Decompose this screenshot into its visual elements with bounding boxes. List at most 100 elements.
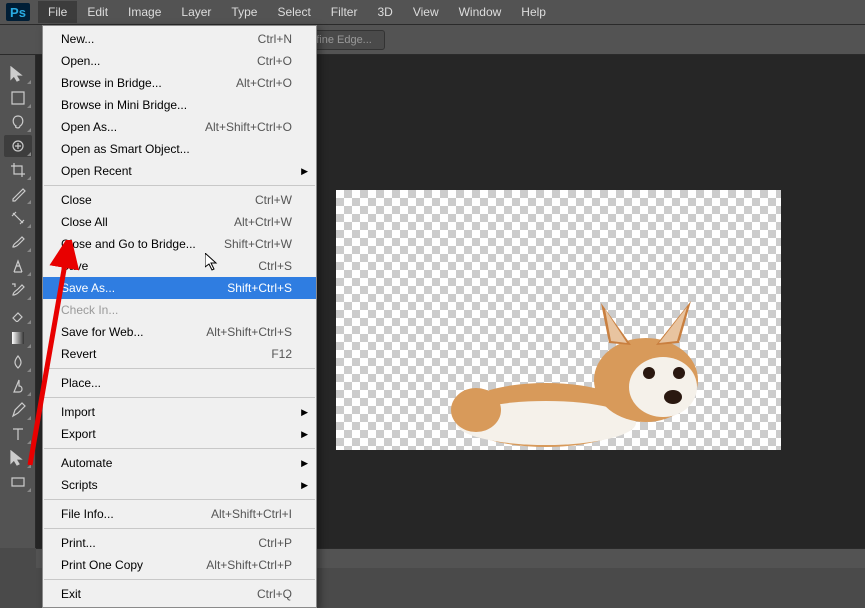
menuitem-shortcut: Alt+Shift+Ctrl+S — [206, 324, 292, 340]
menuitem-shortcut: Ctrl+S — [258, 258, 292, 274]
menuitem-shortcut: Alt+Ctrl+O — [236, 75, 292, 91]
menuitem-file-info[interactable]: File Info...Alt+Shift+Ctrl+I — [43, 503, 316, 525]
submenu-arrow-icon: ▶ — [301, 455, 308, 471]
menu-filter[interactable]: Filter — [321, 1, 368, 23]
menuitem-label: Scripts — [61, 477, 98, 493]
menu-window[interactable]: Window — [449, 1, 512, 23]
menu-separator — [44, 579, 315, 580]
app-logo: Ps — [6, 3, 30, 21]
tool-blur[interactable] — [4, 351, 32, 373]
menuitem-browse-in-bridge[interactable]: Browse in Bridge... Alt+Ctrl+O — [43, 72, 316, 94]
menu-edit[interactable]: Edit — [77, 1, 118, 23]
tool-eraser[interactable] — [4, 303, 32, 325]
tool-move[interactable] — [4, 63, 32, 85]
menu-layer[interactable]: Layer — [171, 1, 221, 23]
menuitem-new[interactable]: New... Ctrl+N — [43, 28, 316, 50]
menuitem-open-as[interactable]: Open As...Alt+Shift+Ctrl+O — [43, 116, 316, 138]
menuitem-shortcut: Ctrl+Q — [257, 586, 292, 602]
tool-crop[interactable] — [4, 159, 32, 181]
menuitem-label: Revert — [61, 346, 96, 362]
menubar: Ps FileEditImageLayerTypeSelectFilter3DV… — [0, 0, 865, 25]
tool-quick-selection[interactable] — [4, 135, 32, 157]
menuitem-shortcut: Ctrl+P — [258, 535, 292, 551]
menu-image[interactable]: Image — [118, 1, 171, 23]
menuitem-shortcut: Ctrl+N — [258, 31, 292, 47]
menuitem-save-as[interactable]: Save As... Shift+Ctrl+S — [43, 277, 316, 299]
menuitem-shortcut: Shift+Ctrl+S — [227, 280, 292, 296]
tool-pen[interactable] — [4, 399, 32, 421]
menu-help[interactable]: Help — [511, 1, 556, 23]
menuitem-label: Print One Copy — [61, 557, 143, 573]
tool-history-brush[interactable] — [4, 279, 32, 301]
menuitem-save[interactable]: Save Ctrl+S — [43, 255, 316, 277]
tool-eyedropper[interactable] — [4, 183, 32, 205]
tool-dodge[interactable] — [4, 375, 32, 397]
menuitem-label: Automate — [61, 455, 112, 471]
menuitem-save-for-web[interactable]: Save for Web... Alt+Shift+Ctrl+S — [43, 321, 316, 343]
tool-rect-marquee[interactable] — [4, 87, 32, 109]
menu-3d[interactable]: 3D — [367, 1, 402, 23]
menuitem-label: Import — [61, 404, 95, 420]
menuitem-close[interactable]: CloseCtrl+W — [43, 189, 316, 211]
menuitem-export[interactable]: Export▶ — [43, 423, 316, 445]
menuitem-print[interactable]: Print... Ctrl+P — [43, 532, 316, 554]
tool-brush[interactable] — [4, 231, 32, 253]
menu-separator — [44, 448, 315, 449]
menuitem-label: New... — [61, 31, 94, 47]
menuitem-label: Exit — [61, 586, 81, 602]
menuitem-shortcut: Ctrl+W — [255, 192, 292, 208]
menuitem-open[interactable]: Open...Ctrl+O — [43, 50, 316, 72]
menuitem-open-recent[interactable]: Open Recent▶ — [43, 160, 316, 182]
menuitem-shortcut: Alt+Shift+Ctrl+O — [205, 119, 292, 135]
menuitem-shortcut: Shift+Ctrl+W — [224, 236, 292, 252]
menuitem-import[interactable]: Import ▶ — [43, 401, 316, 423]
menuitem-exit[interactable]: Exit Ctrl+Q — [43, 583, 316, 605]
menuitem-check-in: Check In... — [43, 299, 316, 321]
menu-select[interactable]: Select — [267, 1, 320, 23]
menuitem-close-all[interactable]: Close All Alt+Ctrl+W — [43, 211, 316, 233]
menuitem-label: Open... — [61, 53, 100, 69]
file-menu-dropdown: New...Ctrl+NOpen...Ctrl+OBrowse in Bridg… — [42, 25, 317, 608]
submenu-arrow-icon: ▶ — [301, 477, 308, 493]
menuitem-place[interactable]: Place... — [43, 372, 316, 394]
document-canvas[interactable] — [336, 190, 781, 450]
menuitem-open-as-smart-object[interactable]: Open as Smart Object... — [43, 138, 316, 160]
menuitem-label: Open Recent — [61, 163, 132, 179]
tool-rectangle[interactable] — [4, 471, 32, 493]
menuitem-scripts[interactable]: Scripts ▶ — [43, 474, 316, 496]
menuitem-label: Save As... — [61, 280, 115, 296]
menuitem-print-one-copy[interactable]: Print One Copy Alt+Shift+Ctrl+P — [43, 554, 316, 576]
menuitem-label: Save for Web... — [61, 324, 143, 340]
tool-lasso[interactable] — [4, 111, 32, 133]
menuitem-browse-in-mini-bridge[interactable]: Browse in Mini Bridge... — [43, 94, 316, 116]
tool-gradient[interactable] — [4, 327, 32, 349]
tool-path-select[interactable] — [4, 447, 32, 469]
menuitem-automate[interactable]: Automate ▶ — [43, 452, 316, 474]
menu-separator — [44, 368, 315, 369]
menuitem-label: Save — [61, 258, 88, 274]
submenu-arrow-icon: ▶ — [301, 404, 308, 420]
menuitem-label: Browse in Bridge... — [61, 75, 162, 91]
menuitem-shortcut: Alt+Shift+Ctrl+P — [206, 557, 292, 573]
menu-separator — [44, 528, 315, 529]
tool-clone[interactable] — [4, 255, 32, 277]
menuitem-label: Place... — [61, 375, 101, 391]
submenu-arrow-icon: ▶ — [301, 426, 308, 442]
menuitem-close-and-go-to-bridge[interactable]: Close and Go to Bridge... Shift+Ctrl+W — [43, 233, 316, 255]
tool-healing[interactable] — [4, 207, 32, 229]
menuitem-revert[interactable]: Revert F12 — [43, 343, 316, 365]
menuitem-label: File Info... — [61, 506, 114, 522]
menuitem-label: Browse in Mini Bridge... — [61, 97, 187, 113]
menu-separator — [44, 499, 315, 500]
menuitem-shortcut: F12 — [271, 346, 292, 362]
menuitem-label: Close and Go to Bridge... — [61, 236, 196, 252]
menu-file[interactable]: File — [38, 1, 77, 23]
menu-view[interactable]: View — [403, 1, 449, 23]
menu-separator — [44, 185, 315, 186]
menu-type[interactable]: Type — [221, 1, 267, 23]
menu-separator — [44, 397, 315, 398]
menuitem-label: Close All — [61, 214, 108, 230]
menuitem-label: Print... — [61, 535, 96, 551]
tool-type[interactable] — [4, 423, 32, 445]
menuitem-shortcut: Alt+Ctrl+W — [234, 214, 292, 230]
